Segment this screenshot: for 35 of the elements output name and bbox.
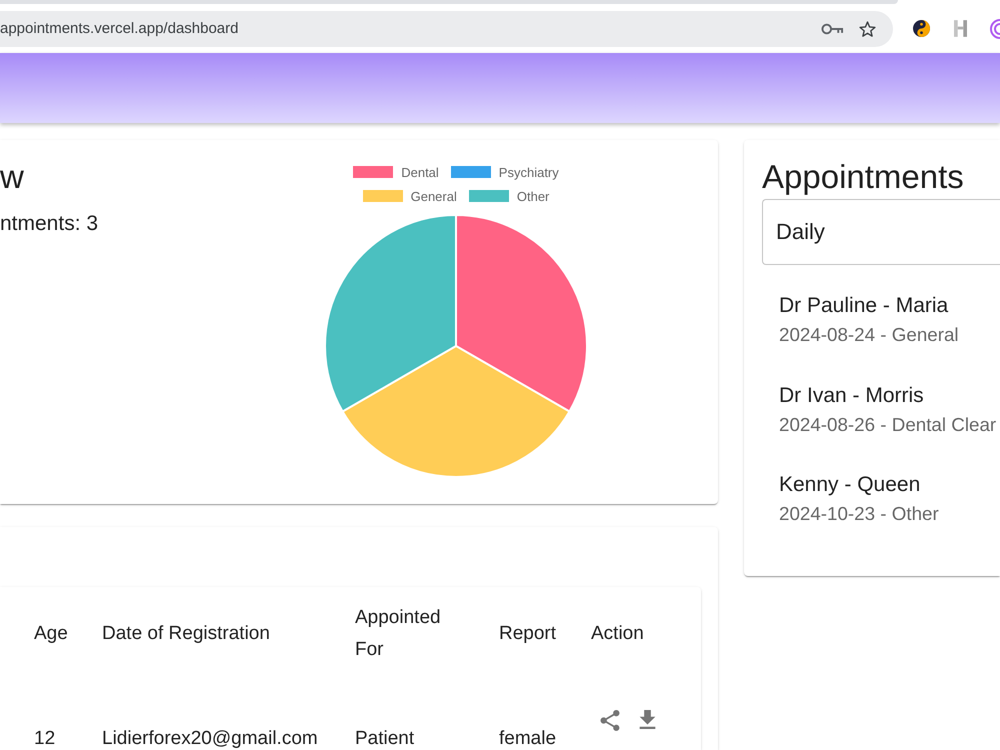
key-icon[interactable] [821,22,844,34]
column-header: Action [591,623,644,644]
share-icon[interactable] [599,710,621,731]
url-text: appointments.vercel.app/dashboard [0,20,240,37]
spiral-icon[interactable] [990,18,1000,38]
legend-label[interactable]: Psychiatry [498,164,559,180]
address-bar[interactable]: appointments.vercel.app/dashboard [0,10,893,46]
appointment-details: 2024-08-26 - Dental Clear [779,412,996,436]
download-icon[interactable] [638,710,657,729]
column-header: Appointed For [355,607,441,660]
legend-label[interactable]: Other [516,188,550,204]
legend-swatch-icon[interactable] [450,166,491,178]
appointments-total: ntments: 3 [0,211,100,237]
appointment-details: 2024-08-24 - General [779,323,959,347]
column-header: Age [34,623,68,644]
appointment-details: 2024-10-23 - Other [779,502,939,526]
table-cell: 12 [34,728,56,749]
legend-label[interactable]: Dental [401,164,439,180]
period-select[interactable]: Daily [762,199,1000,265]
appointments-title: Appointments [762,157,965,197]
table-cell: female [499,728,556,749]
extension-icon[interactable] [954,20,967,37]
table-cell: Patient [355,728,414,749]
legend-swatch-icon[interactable] [362,190,403,202]
legend-swatch-icon[interactable] [468,190,509,202]
appointment-title[interactable]: Dr Pauline - Maria [779,291,948,321]
bookmark-star-icon[interactable] [859,20,876,36]
legend-label[interactable]: General [410,188,457,204]
column-header: Report [499,623,556,644]
yin-yang-icon[interactable] [913,20,930,37]
legend-swatch-icon[interactable] [353,166,394,178]
appointment-title[interactable]: Kenny - Queen [779,470,920,500]
column-header: Date of Registration [102,623,270,644]
table-cell: Lidierforex20@gmail.com [102,728,318,749]
appointment-title[interactable]: Dr Ivan - Morris [779,380,924,410]
